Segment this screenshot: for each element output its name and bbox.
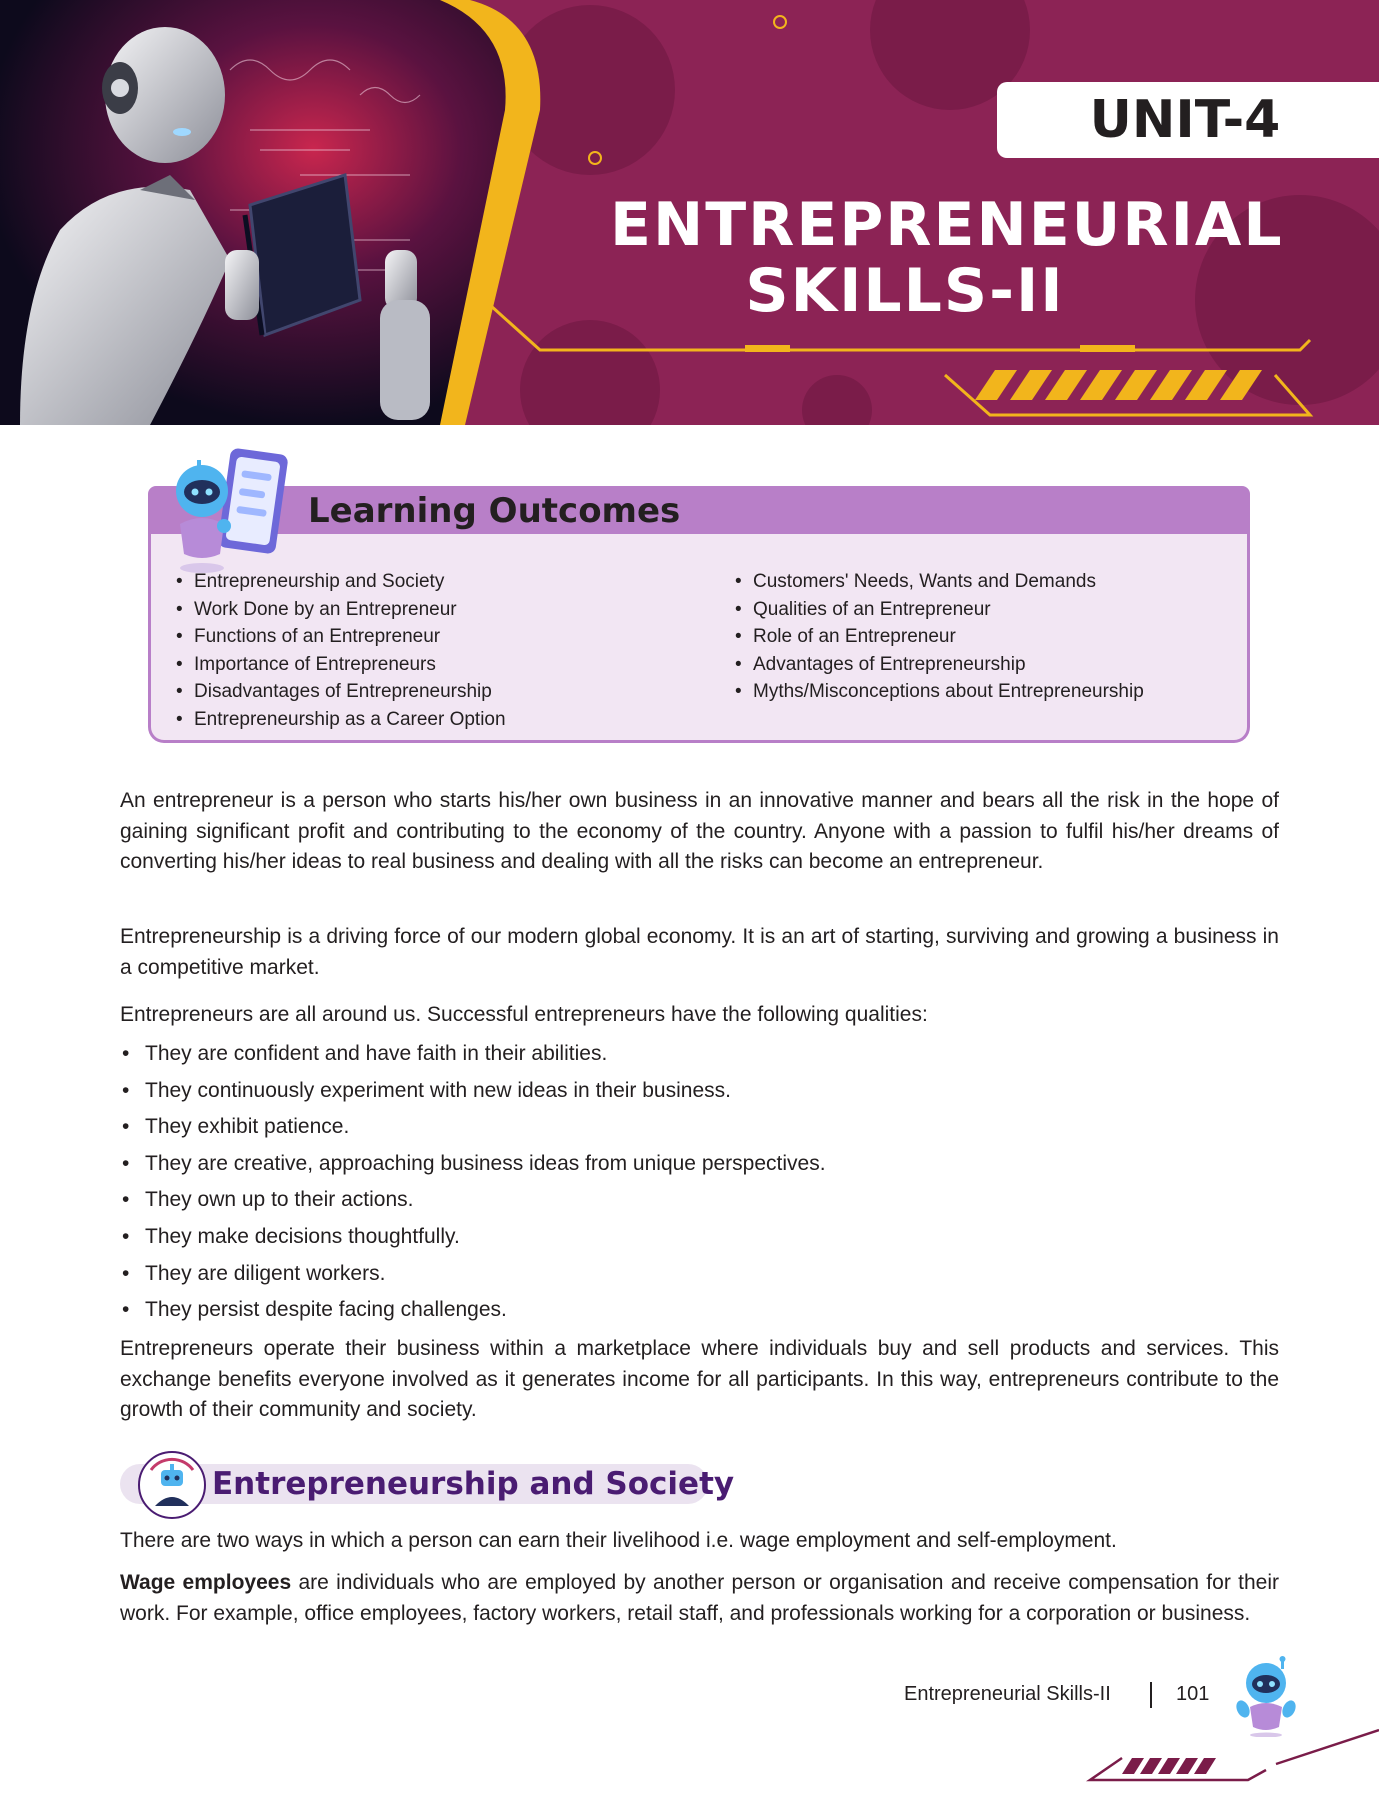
footer-divider: [1150, 1682, 1152, 1708]
quality-item: They persist despite facing challenges.: [120, 1292, 826, 1329]
quality-item: They are diligent workers.: [120, 1256, 826, 1293]
learning-outcomes-right-list: Customers' Needs, Wants and Demands Qual…: [735, 568, 1144, 706]
quality-item: They are creative, approaching business …: [120, 1146, 826, 1183]
footer-chapter-label: Entrepreneurial Skills-II: [904, 1683, 1111, 1705]
quality-item: They make decisions thoughtfully.: [120, 1219, 826, 1256]
learning-outcomes-left-list: Entrepreneurship and Society Work Done b…: [176, 568, 506, 733]
unit-label: UNIT-4: [1089, 90, 1281, 150]
marketplace-paragraph: Entrepreneurs operate their business wit…: [120, 1337, 1279, 1421]
chapter-title-line-2: SKILLS-II: [745, 256, 1065, 326]
intro-paragraph: An entrepreneur is a person who starts h…: [120, 789, 1279, 873]
entrepreneurship-paragraph: Entrepreneurship is a driving force of o…: [120, 925, 1279, 979]
outcome-item: Entrepreneurship and Society: [176, 568, 506, 596]
chapter-title-line-1: ENTREPRENEURIAL: [610, 190, 1284, 260]
outcome-item: Functions of an Entrepreneur: [176, 623, 506, 651]
wage-employees-definition: are individuals who are employed by anot…: [120, 1571, 1279, 1625]
livelihood-paragraph: There are two ways in which a person can…: [120, 1529, 1117, 1552]
qualities-list: They are confident and have faith in the…: [120, 1036, 826, 1329]
outcome-item: Role of an Entrepreneur: [735, 623, 1144, 651]
quality-item: They continuously experiment with new id…: [120, 1073, 826, 1110]
learning-outcomes-title: Learning Outcomes: [308, 491, 681, 531]
quality-item: They exhibit patience.: [120, 1109, 826, 1146]
qualities-intro: Entrepreneurs are all around us. Success…: [120, 1003, 928, 1026]
quality-item: They own up to their actions.: [120, 1182, 826, 1219]
wage-employees-paragraph: Wage employees are individuals who are e…: [120, 1568, 1279, 1629]
outcome-item: Myths/Misconceptions about Entrepreneurs…: [735, 678, 1144, 706]
outcome-item: Advantages of Entrepreneurship: [735, 651, 1144, 679]
outcome-item: Importance of Entrepreneurs: [176, 651, 506, 679]
robot-avatar-icon: [138, 1451, 206, 1519]
outcome-item: Qualities of an Entrepreneur: [735, 596, 1144, 624]
section-title: Entrepreneurship and Society: [212, 1466, 735, 1502]
robot-with-tablet-icon: [176, 448, 288, 573]
outcome-item: Entrepreneurship as a Career Option: [176, 706, 506, 734]
outcome-item: Customers' Needs, Wants and Demands: [735, 568, 1144, 596]
footer-stripe-decoration: [1085, 1728, 1379, 1782]
quality-item: They are confident and have faith in the…: [120, 1036, 826, 1073]
outcome-item: Work Done by an Entrepreneur: [176, 596, 506, 624]
chapter-title: ENTREPRENEURIAL SKILLS-II: [610, 190, 1284, 326]
wage-employees-term: Wage employees: [120, 1571, 292, 1594]
page-number: 101: [1176, 1683, 1210, 1705]
outcome-item: Disadvantages of Entrepreneurship: [176, 678, 506, 706]
